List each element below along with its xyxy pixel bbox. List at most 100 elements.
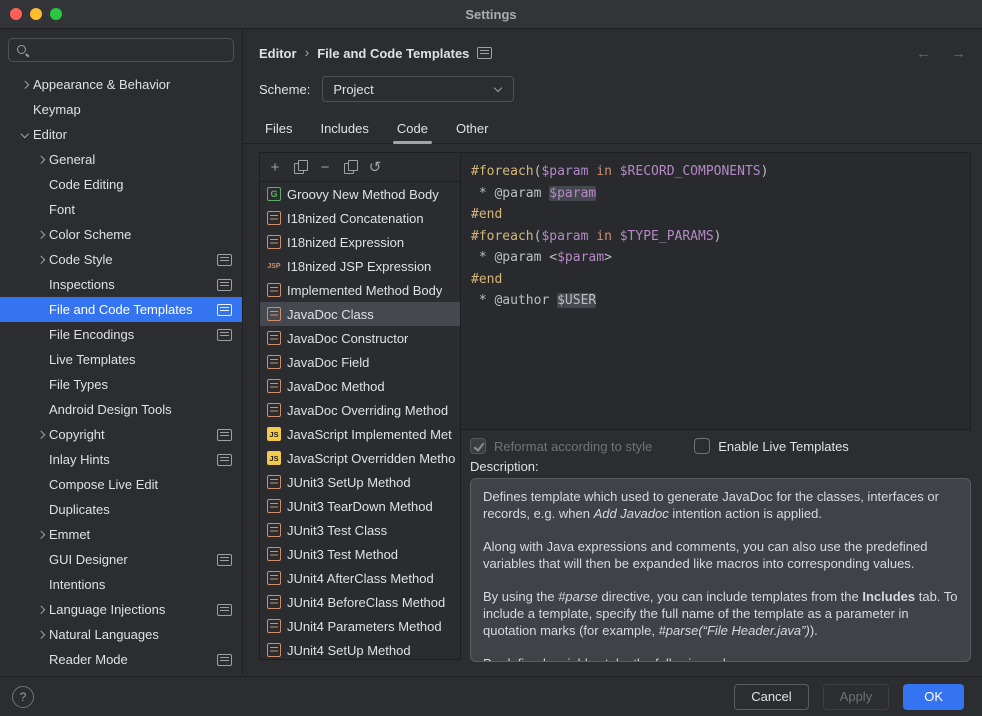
enable-live-templates-option[interactable]: Enable Live Templates	[694, 438, 849, 454]
template-item-junit3-setup-method[interactable]: JUnit3 SetUp Method	[260, 470, 460, 494]
breadcrumb-editor[interactable]: Editor	[259, 46, 297, 61]
reformat-checkbox[interactable]	[470, 438, 486, 454]
template-item-javascript-overridden-metho[interactable]: JSJavaScript Overridden Metho	[260, 446, 460, 470]
chevron-right-icon[interactable]	[32, 597, 49, 622]
sidebar-item-appearance-behavior[interactable]: Appearance & Behavior	[0, 72, 242, 97]
sidebar-item-keymap[interactable]: Keymap	[0, 97, 242, 122]
forward-button[interactable]: →	[951, 45, 966, 62]
chevron-right-icon[interactable]	[32, 422, 49, 447]
settings-content: Editor › File and Code Templates ← → Sch…	[243, 29, 982, 675]
sidebar-item-emmet[interactable]: Emmet	[0, 522, 242, 547]
template-item-javadoc-class[interactable]: JavaDoc Class	[260, 302, 460, 326]
sidebar-item-android-design-tools[interactable]: Android Design Tools	[0, 397, 242, 422]
chevron-right-icon[interactable]	[32, 147, 49, 172]
sidebar-item-inspections[interactable]: Inspections	[0, 272, 242, 297]
chevron-right-icon[interactable]	[32, 247, 49, 272]
chevron-right-icon[interactable]	[16, 72, 33, 97]
template-file-icon	[267, 499, 281, 513]
template-item-i18nized-expression[interactable]: I18nized Expression	[260, 230, 460, 254]
sidebar-item-language-injections[interactable]: Language Injections	[0, 597, 242, 622]
template-item-javadoc-overriding-method[interactable]: JavaDoc Overriding Method	[260, 398, 460, 422]
sidebar-item-editor[interactable]: Editor	[0, 122, 242, 147]
sidebar-item-code-editing[interactable]: Code Editing	[0, 172, 242, 197]
close-button[interactable]	[10, 8, 22, 20]
sidebar-item-file-encodings[interactable]: File Encodings	[0, 322, 242, 347]
cancel-button[interactable]: Cancel	[734, 684, 808, 710]
template-item-junit4-setup-method[interactable]: JUnit4 SetUp Method	[260, 638, 460, 659]
template-toolbar: +−↺	[260, 153, 460, 182]
sidebar-item-label: File Types	[49, 377, 242, 392]
template-item-i18nized-jsp-expression[interactable]: JSPI18nized JSP Expression	[260, 254, 460, 278]
screen-settings-icon	[217, 554, 232, 566]
sidebar-item-general[interactable]: General	[0, 147, 242, 172]
template-item-javadoc-field[interactable]: JavaDoc Field	[260, 350, 460, 374]
zoom-button[interactable]	[50, 8, 62, 20]
tab-code[interactable]: Code	[383, 114, 442, 143]
sidebar-item-gui-designer[interactable]: GUI Designer	[0, 547, 242, 572]
window-title: Settings	[465, 7, 516, 22]
chevron-spacer	[32, 397, 49, 422]
sidebar-item-intentions[interactable]: Intentions	[0, 572, 242, 597]
back-button[interactable]: ←	[916, 45, 931, 62]
reformat-option[interactable]: Reformat according to style	[470, 438, 652, 454]
chevron-right-icon[interactable]	[32, 222, 49, 247]
remove-template-icon[interactable]: −	[313, 154, 337, 180]
template-item-junit4-afterclass-method[interactable]: JUnit4 AfterClass Method	[260, 566, 460, 590]
chevron-spacer	[32, 297, 49, 322]
template-file-icon	[267, 307, 281, 321]
reset-to-default-icon[interactable]: ↺	[363, 154, 387, 180]
template-editor[interactable]: #foreach($param in $RECORD_COMPONENTS) *…	[460, 152, 971, 430]
sidebar-item-file-and-code-templates[interactable]: File and Code Templates	[0, 297, 242, 322]
sidebar-item-inlay-hints[interactable]: Inlay Hints	[0, 447, 242, 472]
template-list-panel: +−↺ GGroovy New Method BodyI18nized Conc…	[259, 152, 461, 660]
sidebar-item-label: File Encodings	[49, 327, 217, 342]
sidebar-item-label: Copyright	[49, 427, 217, 442]
copy-template-icon[interactable]	[338, 154, 362, 180]
sidebar-item-compose-live-edit[interactable]: Compose Live Edit	[0, 472, 242, 497]
sidebar-item-reader-mode[interactable]: Reader Mode	[0, 647, 242, 672]
template-item-junit3-teardown-method[interactable]: JUnit3 TearDown Method	[260, 494, 460, 518]
chevron-right-icon[interactable]	[32, 522, 49, 547]
settings-search[interactable]	[8, 38, 234, 62]
sidebar-item-natural-languages[interactable]: Natural Languages	[0, 622, 242, 647]
enable-live-templates-checkbox[interactable]	[694, 438, 710, 454]
template-item-i18nized-concatenation[interactable]: I18nized Concatenation	[260, 206, 460, 230]
chevron-right-icon[interactable]	[32, 622, 49, 647]
sidebar-item-font[interactable]: Font	[0, 197, 242, 222]
scheme-label: Scheme:	[259, 82, 310, 97]
js-file-icon: JS	[267, 427, 281, 441]
tab-includes[interactable]: Includes	[306, 114, 382, 143]
template-item-javadoc-constructor[interactable]: JavaDoc Constructor	[260, 326, 460, 350]
sidebar-item-copyright[interactable]: Copyright	[0, 422, 242, 447]
template-item-junit4-beforeclass-method[interactable]: JUnit4 BeforeClass Method	[260, 590, 460, 614]
ok-button[interactable]: OK	[903, 684, 964, 710]
create-child-template-icon[interactable]	[288, 154, 312, 180]
template-list: GGroovy New Method BodyI18nized Concaten…	[260, 182, 460, 659]
help-button[interactable]: ?	[12, 686, 34, 708]
chevron-shape	[494, 83, 502, 91]
template-item-implemented-method-body[interactable]: Implemented Method Body	[260, 278, 460, 302]
apply-button[interactable]: Apply	[823, 684, 890, 710]
template-item-javascript-implemented-met[interactable]: JSJavaScript Implemented Met	[260, 422, 460, 446]
template-item-javadoc-method[interactable]: JavaDoc Method	[260, 374, 460, 398]
chevron-down-icon[interactable]	[16, 122, 33, 147]
template-item-junit4-parameters-method[interactable]: JUnit4 Parameters Method	[260, 614, 460, 638]
tab-files[interactable]: Files	[251, 114, 306, 143]
chevron-shape	[37, 631, 45, 639]
sidebar-item-duplicates[interactable]: Duplicates	[0, 497, 242, 522]
tab-other[interactable]: Other	[442, 114, 503, 143]
template-item-label: JUnit4 SetUp Method	[287, 643, 411, 658]
template-item-junit3-test-method[interactable]: JUnit3 Test Method	[260, 542, 460, 566]
chevron-spacer	[32, 497, 49, 522]
template-item-groovy-new-method-body[interactable]: GGroovy New Method Body	[260, 182, 460, 206]
screen-settings-icon	[217, 304, 232, 316]
scheme-dropdown[interactable]: Project	[322, 76, 514, 102]
sidebar-item-color-scheme[interactable]: Color Scheme	[0, 222, 242, 247]
sidebar-item-file-types[interactable]: File Types	[0, 372, 242, 397]
search-input[interactable]	[35, 42, 226, 59]
add-template-icon[interactable]: +	[263, 154, 287, 180]
minimize-button[interactable]	[30, 8, 42, 20]
template-item-junit3-test-class[interactable]: JUnit3 Test Class	[260, 518, 460, 542]
sidebar-item-live-templates[interactable]: Live Templates	[0, 347, 242, 372]
sidebar-item-code-style[interactable]: Code Style	[0, 247, 242, 272]
